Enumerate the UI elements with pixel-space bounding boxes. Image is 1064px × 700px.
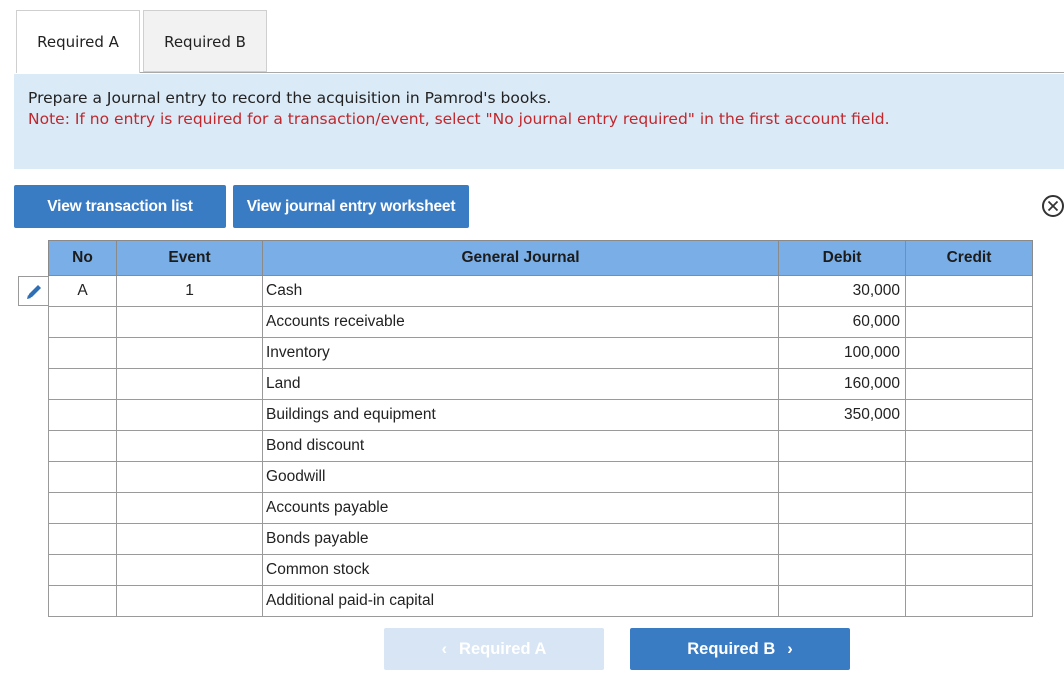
cell-no — [48, 554, 117, 586]
col-header-no: No — [48, 240, 117, 276]
cell-no — [48, 461, 117, 493]
cell-account: Inventory — [262, 337, 779, 369]
cell-credit — [905, 337, 1033, 369]
cell-no — [48, 337, 117, 369]
cell-debit: 30,000 — [778, 275, 906, 307]
cell-debit: 60,000 — [778, 306, 906, 338]
cell-account: Common stock — [262, 554, 779, 586]
tab-divider — [16, 72, 1064, 73]
cell-debit — [778, 523, 906, 555]
cell-account: Cash — [262, 275, 779, 307]
cell-event — [116, 306, 263, 338]
cell-debit — [778, 554, 906, 586]
next-required-b-button[interactable]: Required B › — [630, 628, 850, 670]
cell-credit — [905, 492, 1033, 524]
cell-event: 1 — [116, 275, 263, 307]
tab-required-a[interactable]: Required A — [16, 10, 140, 73]
cell-event — [116, 337, 263, 369]
cell-credit — [905, 554, 1033, 586]
cell-no — [48, 368, 117, 400]
table-row: Accounts payable — [48, 492, 1033, 524]
tab-required-b[interactable]: Required B — [143, 10, 267, 72]
view-journal-entry-worksheet-button[interactable]: View journal entry worksheet — [233, 185, 469, 228]
cell-debit: 160,000 — [778, 368, 906, 400]
instructions-panel: Prepare a Journal entry to record the ac… — [14, 74, 1064, 169]
cell-event — [116, 461, 263, 493]
table-row: Inventory 100,000 — [48, 337, 1033, 369]
cell-account: Goodwill — [262, 461, 779, 493]
cell-debit — [778, 585, 906, 617]
chevron-right-icon: › — [787, 640, 793, 658]
view-transaction-list-button[interactable]: View transaction list — [14, 185, 226, 228]
cell-credit — [905, 430, 1033, 462]
prev-required-a-button[interactable]: ‹ Required A — [384, 628, 604, 670]
cell-credit — [905, 585, 1033, 617]
cell-no — [48, 399, 117, 431]
cell-account: Accounts payable — [262, 492, 779, 524]
cell-credit — [905, 306, 1033, 338]
cell-credit — [905, 399, 1033, 431]
table-header-row: No Event General Journal Debit Credit — [48, 240, 1033, 276]
cell-event — [116, 399, 263, 431]
close-icon[interactable] — [1042, 195, 1064, 217]
cell-no — [48, 306, 117, 338]
next-button-label: Required B — [687, 640, 776, 658]
cell-account: Buildings and equipment — [262, 399, 779, 431]
cell-account: Land — [262, 368, 779, 400]
prev-button-label: Required A — [459, 640, 547, 658]
table-row: Goodwill — [48, 461, 1033, 493]
cell-event — [116, 585, 263, 617]
cell-event — [116, 554, 263, 586]
col-header-debit: Debit — [778, 240, 906, 276]
cell-event — [116, 523, 263, 555]
cell-account: Accounts receivable — [262, 306, 779, 338]
cell-debit — [778, 430, 906, 462]
cell-no — [48, 585, 117, 617]
cell-credit — [905, 523, 1033, 555]
cell-debit: 350,000 — [778, 399, 906, 431]
general-journal-table: No Event General Journal Debit Credit A … — [48, 240, 1033, 617]
col-header-credit: Credit — [905, 240, 1033, 276]
cell-debit — [778, 492, 906, 524]
cell-credit — [905, 461, 1033, 493]
pencil-icon[interactable] — [18, 276, 48, 306]
cell-account: Bond discount — [262, 430, 779, 462]
cell-debit: 100,000 — [778, 337, 906, 369]
table-row: Accounts receivable 60,000 — [48, 306, 1033, 338]
instructions-text: Prepare a Journal entry to record the ac… — [28, 89, 552, 107]
instructions-note: Note: If no entry is required for a tran… — [28, 110, 890, 128]
cell-no — [48, 430, 117, 462]
cell-no — [48, 523, 117, 555]
table-row: Common stock — [48, 554, 1033, 586]
table-row: Land 160,000 — [48, 368, 1033, 400]
cell-event — [116, 492, 263, 524]
table-row: Buildings and equipment 350,000 — [48, 399, 1033, 431]
table-row: A 1 Cash 30,000 — [48, 275, 1033, 307]
table-row: Bonds payable — [48, 523, 1033, 555]
cell-debit — [778, 461, 906, 493]
cell-credit — [905, 275, 1033, 307]
cell-credit — [905, 368, 1033, 400]
cell-account: Additional paid-in capital — [262, 585, 779, 617]
col-header-event: Event — [116, 240, 263, 276]
table-row: Bond discount — [48, 430, 1033, 462]
col-header-general-journal: General Journal — [262, 240, 779, 276]
cell-event — [116, 368, 263, 400]
cell-no: A — [48, 275, 117, 307]
cell-no — [48, 492, 117, 524]
chevron-left-icon: ‹ — [441, 640, 448, 658]
table-row: Additional paid-in capital — [48, 585, 1033, 617]
cell-account: Bonds payable — [262, 523, 779, 555]
cell-event — [116, 430, 263, 462]
